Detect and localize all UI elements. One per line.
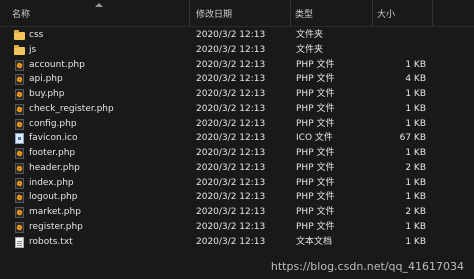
file-type: PHP 文件 — [296, 89, 335, 99]
file-size: 1 KB — [405, 148, 426, 158]
file-size: 1 KB — [405, 118, 426, 129]
folder-icon — [14, 44, 25, 56]
file-type: PHP 文件 — [296, 207, 335, 217]
file-type: PHP 文件 — [296, 192, 335, 203]
file-type: PHP 文件 — [296, 162, 335, 173]
file-date: 2020/3/2 12:13 — [196, 89, 266, 99]
file-name: logout.php — [29, 192, 78, 203]
file-date: 2020/3/2 12:13 — [196, 221, 266, 232]
column-header-date[interactable]: 修改日期 — [192, 0, 291, 26]
file-size: 67 KB — [399, 133, 426, 144]
php-file-icon — [14, 162, 25, 174]
file-date: 2020/3/2 12:13 — [196, 118, 266, 129]
file-name: check_register.php — [29, 103, 114, 114]
file-size: 1 KB — [405, 221, 426, 232]
folder-icon — [14, 30, 25, 41]
php-file-icon — [14, 59, 25, 71]
file-type: PHP 文件 — [296, 148, 335, 158]
file-row[interactable]: css 2020/3/2 12:13 文件夹 — [0, 28, 474, 43]
file-type: PHP 文件 — [296, 103, 335, 114]
file-name: register.php — [29, 221, 83, 232]
text-file-icon — [14, 236, 25, 248]
file-size: 4 KB — [405, 74, 426, 85]
column-header-size[interactable]: 大小 — [373, 0, 433, 26]
php-file-icon — [14, 103, 25, 115]
file-row[interactable]: index.php 2020/3/2 12:13 PHP 文件 1 KB — [0, 176, 474, 191]
file-row[interactable]: api.php 2020/3/2 12:13 PHP 文件 4 KB — [0, 72, 474, 87]
file-row[interactable]: config.php 2020/3/2 12:13 PHP 文件 1 KB — [0, 117, 474, 132]
file-date: 2020/3/2 12:13 — [196, 133, 266, 144]
file-row[interactable]: header.php 2020/3/2 12:13 PHP 文件 2 KB — [0, 161, 474, 176]
column-header-type[interactable]: 类型 — [291, 0, 373, 26]
file-date: 2020/3/2 12:13 — [196, 192, 266, 203]
file-row[interactable]: robots.txt 2020/3/2 12:13 文本文档 1 KB — [0, 235, 474, 250]
file-date: 2020/3/2 12:13 — [196, 207, 266, 217]
file-size: 2 KB — [405, 207, 426, 217]
file-row[interactable]: favicon.ico 2020/3/2 12:13 ICO 文件 67 KB — [0, 131, 474, 146]
php-file-icon — [14, 207, 25, 218]
file-size: 1 KB — [405, 192, 426, 203]
file-type: PHP 文件 — [296, 177, 335, 188]
file-row[interactable]: logout.php 2020/3/2 12:13 PHP 文件 1 KB — [0, 190, 474, 205]
file-size: 1 KB — [405, 103, 426, 114]
file-size: 1 KB — [405, 236, 426, 247]
column-header: 名称 修改日期 类型 大小 — [0, 0, 474, 27]
file-row[interactable]: buy.php 2020/3/2 12:13 PHP 文件 1 KB — [0, 87, 474, 102]
php-file-icon — [14, 89, 25, 100]
file-name: index.php — [29, 177, 74, 188]
file-row[interactable]: check_register.php 2020/3/2 12:13 PHP 文件 1 … — [0, 102, 474, 117]
php-file-icon — [14, 148, 25, 159]
file-name: buy.php — [29, 89, 65, 99]
file-row[interactable]: market.php 2020/3/2 12:13 PHP 文件 2 KB — [0, 205, 474, 220]
file-name: config.php — [29, 118, 77, 129]
file-date: 2020/3/2 12:13 — [196, 103, 266, 114]
file-name: header.php — [29, 162, 80, 173]
file-type: 文件夹 — [296, 44, 324, 55]
file-size: 1 KB — [405, 177, 426, 188]
file-type: 文本文档 — [296, 236, 333, 247]
file-date: 2020/3/2 12:13 — [196, 236, 266, 247]
file-name: css — [29, 30, 44, 40]
file-type: PHP 文件 — [296, 221, 335, 232]
file-row[interactable]: js 2020/3/2 12:13 文件夹 — [0, 43, 474, 58]
file-name: market.php — [29, 207, 81, 217]
column-header-size-label: 大小 — [377, 10, 396, 20]
php-file-icon — [14, 177, 25, 189]
file-name: robots.txt — [29, 236, 73, 247]
file-date: 2020/3/2 12:13 — [196, 30, 266, 40]
php-file-icon — [14, 74, 25, 86]
file-name: account.php — [29, 59, 85, 70]
file-size: 1 KB — [405, 59, 426, 70]
file-type: PHP 文件 — [296, 74, 335, 85]
watermark: https://blog.csdn.net/qq_41617034 — [270, 260, 464, 273]
file-size: 2 KB — [405, 162, 426, 173]
file-date: 2020/3/2 12:13 — [196, 44, 266, 55]
ico-file-icon — [14, 133, 25, 145]
file-row[interactable]: footer.php 2020/3/2 12:13 PHP 文件 1 KB — [0, 146, 474, 161]
file-name: favicon.ico — [29, 133, 78, 144]
file-type: PHP 文件 — [296, 118, 335, 129]
php-file-icon — [14, 118, 25, 130]
php-file-icon — [14, 221, 25, 233]
file-row[interactable]: account.php 2020/3/2 12:13 PHP 文件 1 KB — [0, 58, 474, 73]
file-name: footer.php — [29, 148, 76, 158]
column-header-type-label: 类型 — [295, 10, 314, 20]
column-header-date-label: 修改日期 — [196, 10, 233, 20]
file-date: 2020/3/2 12:13 — [196, 148, 266, 158]
file-type: PHP 文件 — [296, 59, 335, 70]
column-header-name-label: 名称 — [12, 10, 31, 20]
file-date: 2020/3/2 12:13 — [196, 59, 266, 70]
file-name: api.php — [29, 74, 63, 85]
file-date: 2020/3/2 12:13 — [196, 177, 266, 188]
php-file-icon — [14, 192, 25, 204]
column-header-name[interactable]: 名称 — [8, 0, 190, 26]
file-name: js — [29, 44, 37, 55]
file-type: 文件夹 — [296, 30, 324, 40]
file-size: 1 KB — [405, 89, 426, 99]
file-row[interactable]: register.php 2020/3/2 12:13 PHP 文件 1 KB — [0, 220, 474, 235]
file-type: ICO 文件 — [296, 133, 333, 144]
file-date: 2020/3/2 12:13 — [196, 74, 266, 85]
file-list: css 2020/3/2 12:13 文件夹 js 2020/3/2 12:13 文件夹 a… — [0, 28, 474, 249]
file-date: 2020/3/2 12:13 — [196, 162, 266, 173]
